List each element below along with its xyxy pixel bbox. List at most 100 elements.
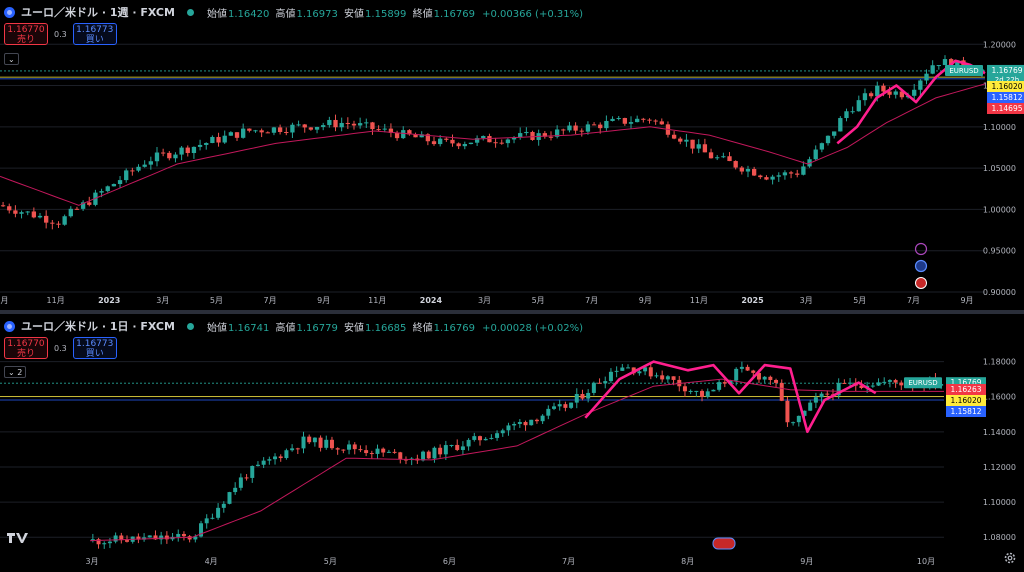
- sell-button[interactable]: 1.16770 売り: [4, 337, 48, 359]
- tradingview-logo[interactable]: [6, 532, 28, 544]
- candle-body: [125, 540, 129, 542]
- symbol-badge-label: EURUSD: [949, 67, 978, 75]
- close-value: 1.16769: [433, 322, 475, 334]
- candle-body: [321, 125, 326, 127]
- price-axis-tick: 1.12000: [983, 463, 1016, 472]
- daily-chart-pane[interactable]: 1.18000 1.16000 1.14000 1.12000 1.10000 1.080…: [0, 314, 1024, 568]
- candle-body: [774, 380, 779, 383]
- daily-chart-canvas[interactable]: 1.18000 1.16000 1.14000 1.12000 1.10000 1.080…: [0, 314, 1024, 568]
- candle-body: [727, 156, 732, 162]
- candle-body: [221, 503, 226, 508]
- open-label: 始値: [206, 322, 227, 334]
- candle-body: [450, 139, 455, 144]
- candle-body: [641, 118, 646, 120]
- gear-icon[interactable]: [1003, 551, 1017, 565]
- buy-button[interactable]: 1.16773 買い: [72, 337, 117, 359]
- change-value: +0.00366 (+0.31%): [482, 8, 583, 20]
- candle-body: [591, 382, 596, 393]
- time-axis-tick: 8月: [681, 557, 694, 566]
- time-axis-tick: 5月: [532, 296, 545, 305]
- collapse-indicators-button[interactable]: ⌄ 2: [4, 366, 27, 378]
- candle-body: [659, 121, 664, 125]
- weekly-symbol-title[interactable]: ユーロ／米ドル · 1週 · FXCM: [21, 4, 175, 20]
- candle-body: [733, 161, 738, 168]
- candle-body: [181, 533, 186, 537]
- candle-body: [654, 375, 659, 377]
- candle-body: [499, 142, 504, 144]
- price-axis-tick: 1.05000: [983, 164, 1016, 173]
- candle-body: [472, 436, 477, 440]
- candle-body: [524, 131, 529, 134]
- candle-body: [626, 367, 631, 369]
- candle-body: [455, 444, 460, 450]
- candle-body: [210, 517, 215, 519]
- candle-body: [825, 393, 830, 395]
- daily-ohlc: 始値1.16741 高値1.16779 安値1.16685 終値1.16769 …: [204, 319, 583, 334]
- candle-body: [882, 381, 887, 383]
- price-axis-tick: 1.08000: [983, 533, 1016, 542]
- close-label: 終値: [412, 8, 433, 20]
- candle-body: [381, 448, 386, 453]
- candle-body: [875, 85, 880, 97]
- candle-body: [50, 222, 55, 224]
- sell-button[interactable]: 1.16770 売り: [4, 23, 48, 45]
- weekly-chart-canvas[interactable]: 1.200001.150001.100001.050001.000000.950…: [0, 0, 1024, 310]
- close-label: 終値: [412, 322, 433, 334]
- candle-body: [438, 447, 443, 455]
- candle-body: [881, 85, 886, 92]
- weekly-chart-pane[interactable]: 1.200001.150001.100001.050001.000000.950…: [0, 0, 1024, 310]
- candle-body: [770, 176, 775, 180]
- candle-body: [678, 138, 683, 142]
- candle-body: [460, 446, 465, 450]
- low-label: 安値: [344, 8, 365, 20]
- candle-body: [222, 135, 227, 143]
- candle-body: [604, 120, 609, 129]
- symbol-icon[interactable]: [4, 6, 15, 18]
- time-axis-tick: 3月: [85, 557, 98, 566]
- us-flag-icon: [915, 277, 927, 289]
- candle-body: [530, 131, 535, 140]
- candle-body: [466, 439, 471, 447]
- candle-body: [540, 415, 545, 422]
- candle-body: [819, 143, 825, 150]
- candle-body: [278, 456, 283, 459]
- time-axis-tick: 2025: [741, 296, 764, 305]
- price-axis-tick: 0.95000: [983, 247, 1016, 256]
- daily-symbol-title[interactable]: ユーロ／米ドル · 1日 · FXCM: [21, 318, 175, 334]
- candle-body: [333, 119, 338, 128]
- candle-body: [684, 139, 689, 142]
- candle-body: [87, 202, 92, 205]
- candle-body: [216, 136, 221, 143]
- high-label: 高値: [275, 322, 296, 334]
- collapse-indicators-button[interactable]: ⌄: [4, 53, 19, 65]
- candle-body: [253, 130, 258, 132]
- price-badge-label: 1.16020: [991, 82, 1022, 91]
- candle-body: [506, 425, 511, 431]
- candle-body: [782, 172, 788, 176]
- candle-body: [936, 65, 941, 67]
- price-badge-label: 1.15812: [991, 93, 1022, 102]
- candle-body: [204, 143, 209, 145]
- daily-legend: ユーロ／米ドル · 1日 · FXCM 始値1.16741 高値1.16779 …: [4, 318, 583, 334]
- candle-body: [117, 180, 123, 185]
- candle-body: [893, 91, 898, 95]
- candle-body: [500, 430, 505, 434]
- candle-body: [375, 448, 380, 454]
- candle-body: [721, 156, 726, 158]
- candle-body: [637, 371, 642, 374]
- candle-body: [688, 390, 693, 392]
- time-axis-tick: 11月: [368, 296, 386, 305]
- weekly-legend: ユーロ／米ドル · 1週 · FXCM 始値1.16420 高値1.16973 …: [4, 4, 583, 20]
- candle-body: [597, 382, 602, 384]
- candle-body: [711, 389, 716, 392]
- sell-label: 売り: [16, 35, 35, 45]
- candle-body: [197, 144, 203, 147]
- symbol-icon[interactable]: [4, 320, 15, 332]
- candle-body: [481, 136, 486, 139]
- time-axis-tick: 9月: [639, 296, 652, 305]
- candle-body: [392, 451, 397, 453]
- candle-body: [284, 132, 289, 134]
- buy-button[interactable]: 1.16773 買い: [72, 23, 117, 45]
- candle-body: [586, 392, 591, 399]
- candle-body: [591, 124, 597, 126]
